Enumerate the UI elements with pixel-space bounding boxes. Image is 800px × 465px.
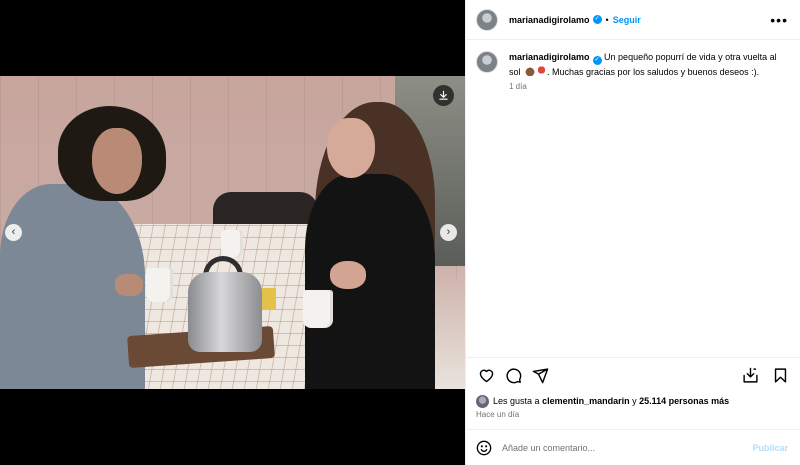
post-header: marianadigirolamo ✓ • Seguir •••	[466, 0, 800, 40]
comment-button[interactable]	[503, 366, 523, 386]
post-actions-right	[730, 366, 790, 386]
share-button[interactable]	[530, 366, 550, 386]
emoji-icon[interactable]	[476, 440, 492, 456]
photo-cup	[303, 290, 333, 328]
verified-badge-icon: ✓	[592, 56, 602, 65]
instagram-post-view: ‹ › marianadigirolamo ✓ • Seguir ••• mar…	[0, 0, 800, 465]
follow-button[interactable]: Seguir	[613, 15, 641, 25]
caption-body-end: . Muchas gracias por los saludos y bueno…	[547, 67, 760, 77]
balloon-emoji-icon	[537, 66, 548, 76]
comment-input[interactable]	[502, 442, 753, 453]
photo-woman-hand	[330, 261, 366, 289]
post-timestamp[interactable]: Hace un día	[466, 409, 800, 429]
liker-avatar[interactable]	[476, 394, 489, 408]
share-icon	[532, 368, 548, 384]
header-separator: •	[605, 14, 609, 25]
bookmark-icon	[774, 368, 786, 383]
previous-photo-button[interactable]: ‹	[5, 224, 22, 241]
download-button[interactable]	[433, 85, 454, 106]
avatar[interactable]	[476, 8, 498, 31]
save-post-icon	[742, 367, 758, 383]
like-button[interactable]	[476, 366, 496, 386]
photo-cup	[146, 268, 173, 302]
photo-woman-face	[327, 118, 375, 178]
more-icon[interactable]: •••	[770, 13, 788, 27]
chevron-left-icon: ‹	[11, 226, 16, 238]
download-icon	[439, 90, 448, 100]
publish-button[interactable]: Publicar	[752, 443, 788, 453]
photo-man-hand	[115, 274, 143, 296]
bookmark-button[interactable]	[770, 366, 790, 386]
likes-prefix: Les gusta a	[493, 396, 540, 406]
post-photo[interactable]	[0, 76, 465, 389]
caption-timestamp[interactable]: 1 día	[509, 82, 780, 91]
liker-username[interactable]: clementin_mandarin	[542, 396, 630, 406]
chevron-right-icon: ›	[446, 226, 451, 238]
header-username[interactable]: marianadigirolamo	[509, 15, 590, 25]
photo-kettle	[188, 272, 262, 352]
photo-woman-body	[305, 174, 435, 389]
save-to-collection-button[interactable]	[740, 366, 760, 386]
media-pane: ‹ ›	[0, 0, 465, 465]
photo-man-face	[92, 128, 142, 194]
caption-text: marianadigirolamo ✓ Un pequeño popurrí de…	[509, 50, 780, 79]
caption-username[interactable]: marianadigirolamo	[509, 52, 590, 62]
photo-cup	[221, 230, 243, 258]
post-side-panel: marianadigirolamo ✓ • Seguir ••• mariana…	[465, 0, 800, 465]
likes-connector: y	[632, 396, 637, 406]
heart-icon	[479, 369, 493, 383]
avatar[interactable]	[476, 51, 498, 73]
comment-icon	[505, 368, 521, 384]
post-caption: marianadigirolamo ✓ Un pequeño popurrí de…	[466, 40, 800, 357]
cake-emoji-icon	[525, 66, 536, 76]
verified-badge-icon: ✓	[592, 15, 602, 24]
likes-summary: Les gusta a clementin_mandarin y 25.114 …	[466, 393, 800, 409]
likes-count[interactable]: 25.114 personas más	[639, 396, 729, 406]
comment-composer: Publicar	[466, 429, 800, 465]
next-photo-button[interactable]: ›	[440, 224, 457, 241]
post-actions	[466, 357, 800, 393]
